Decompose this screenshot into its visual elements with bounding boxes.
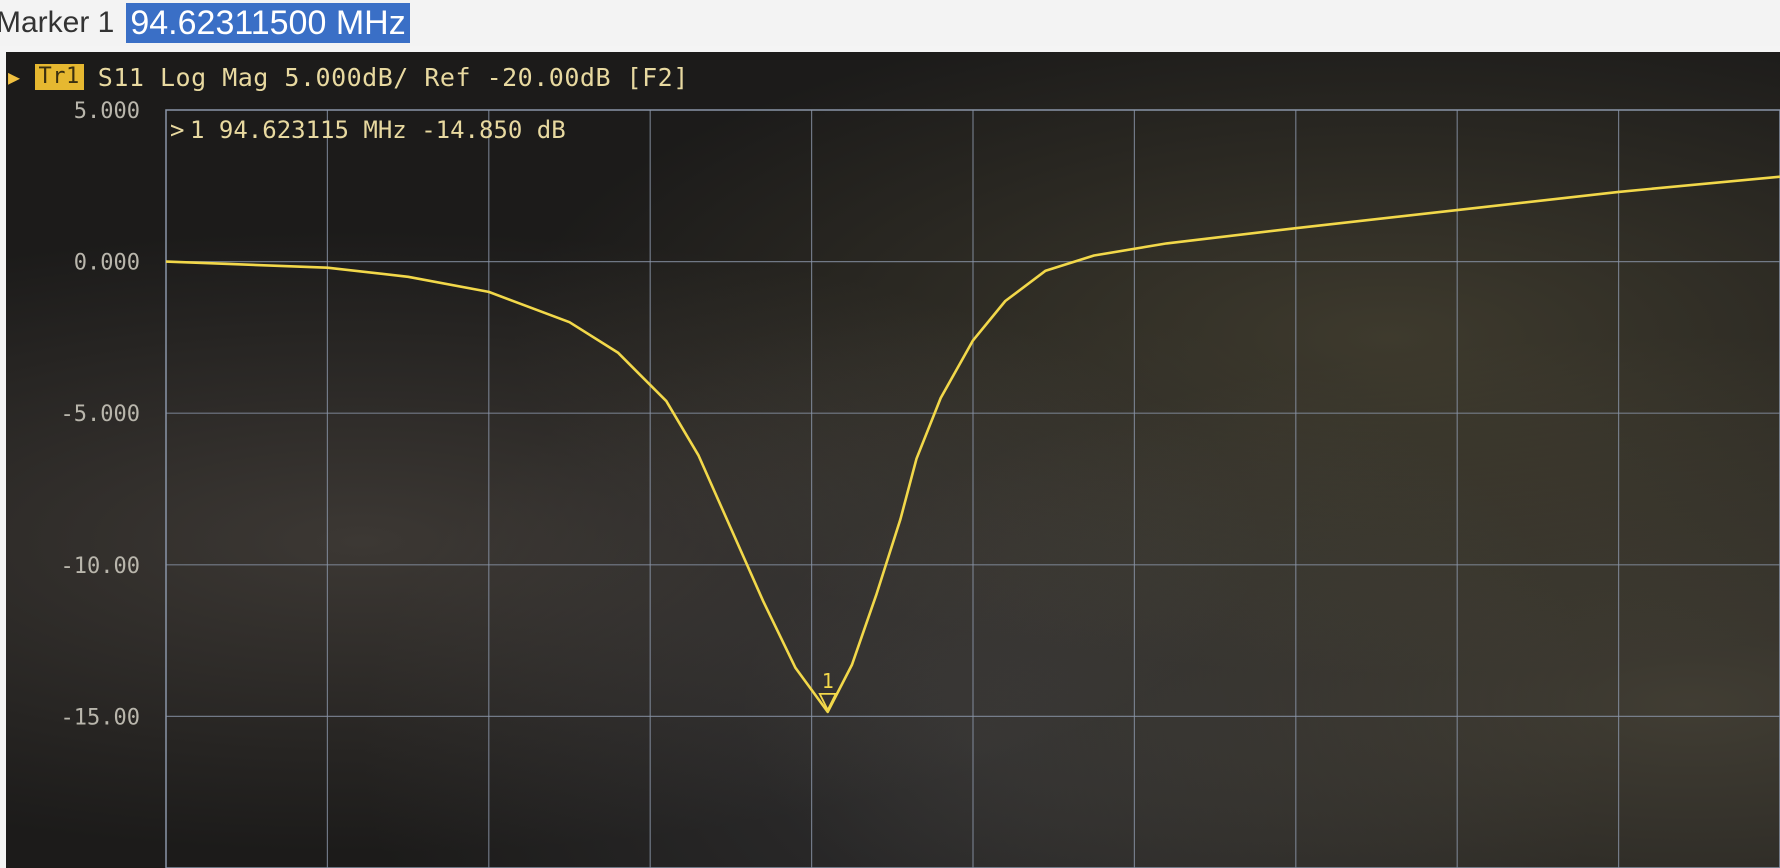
y-tick-label: -15.00 — [61, 705, 140, 730]
marker-readout-arrow-icon: > — [170, 116, 184, 144]
marker-readout: 1 94.623115 MHz -14.850 dB — [190, 116, 566, 144]
marker-label: Marker 1 — [0, 6, 115, 39]
marker-tag: 1 — [822, 669, 834, 693]
analyzer-screen: ▶ Tr1 S11 Log Mag 5.000dB/ Ref -20.00dB … — [6, 52, 1780, 868]
y-tick-labels: 5.000 0.000 -5.000 -10.00 -15.00 — [61, 99, 140, 730]
y-tick-label: 0.000 — [74, 251, 140, 276]
chart: 5.000 0.000 -5.000 -10.00 -15.00 1 1 94.6231… — [61, 99, 1780, 868]
chart-grid — [165, 109, 1780, 868]
marker-frequency-input[interactable]: 94.62311500 MHz — [126, 3, 410, 43]
marker-bar: Marker 1 94.62311500 MHz — [0, 0, 1780, 46]
y-tick-label: 5.000 — [74, 99, 140, 124]
y-tick-label: -10.00 — [61, 554, 140, 579]
y-tick-label: -5.000 — [61, 402, 140, 427]
